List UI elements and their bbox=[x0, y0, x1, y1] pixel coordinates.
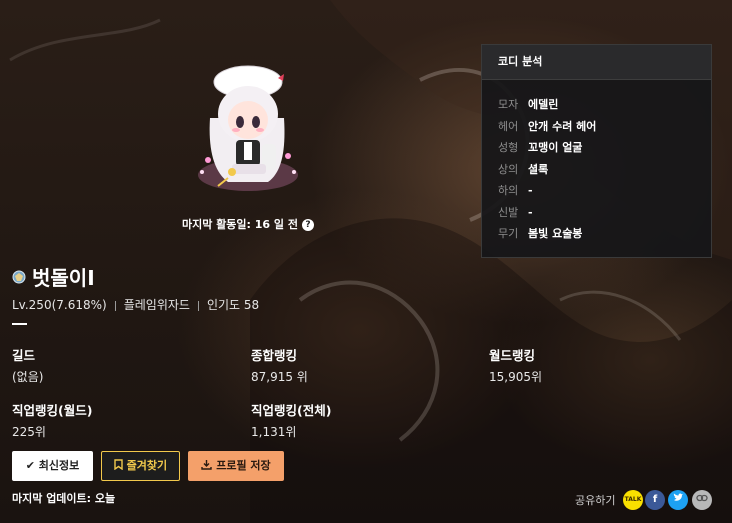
character-info-row: Lv.250(7.618%) 플레임위자드 인기도 58 bbox=[12, 296, 259, 313]
coordination-key: 무기 bbox=[498, 227, 519, 240]
stat-job-world-rank: 직업랭킹(월드) 225위 bbox=[12, 400, 92, 440]
coordination-value: - bbox=[528, 184, 533, 197]
coordination-panel: 코디 분석 모자 에델린 헤어 안개 수려 헤어 성형 꼬맹이 얼굴 상의 셜록 하의 -… bbox=[481, 44, 712, 258]
character-avatar bbox=[188, 60, 308, 200]
coordination-value: 꼬맹이 얼굴 bbox=[528, 141, 583, 154]
coordination-row-hair: 헤어 안개 수려 헤어 bbox=[498, 116, 711, 138]
divider bbox=[197, 300, 199, 311]
character-name-row: 벗돌이I bbox=[12, 262, 95, 290]
kakaotalk-icon[interactable]: TALK bbox=[623, 490, 643, 510]
link-icon[interactable] bbox=[692, 490, 712, 510]
twitter-icon[interactable] bbox=[668, 490, 688, 510]
last-active-text: 마지막 활동일: 16 일 전? bbox=[0, 216, 496, 232]
character-name: 벗돌이I bbox=[32, 266, 95, 290]
character-popularity: 인기도 58 bbox=[206, 298, 260, 312]
stat-job-total-rank: 직업랭킹(전체) 1,131위 bbox=[251, 400, 331, 440]
coordination-key: 헤어 bbox=[498, 119, 519, 133]
stat-label: 길드 bbox=[12, 348, 36, 363]
stat-label: 종합랭킹 bbox=[251, 348, 298, 363]
coordination-key: 신발 bbox=[498, 205, 519, 219]
stat-label: 직업랭킹(월드) bbox=[12, 403, 93, 418]
stat-world-rank: 월드랭킹 15,905위 bbox=[489, 345, 542, 385]
coordination-key: 하의 bbox=[498, 184, 519, 197]
favorite-button-label: 즐겨찾기 bbox=[126, 459, 168, 472]
stat-label: 월드랭킹 bbox=[489, 348, 536, 363]
coordination-value: 에델린 bbox=[528, 98, 559, 111]
stat-value: (없음) bbox=[12, 370, 44, 384]
stat-value: 87,915 위 bbox=[251, 370, 308, 384]
refresh-button[interactable]: ✔ 최신정보 bbox=[12, 451, 93, 481]
coordination-key: 모자 bbox=[498, 98, 519, 111]
coordination-row-shoes: 신발 - bbox=[498, 202, 711, 224]
facebook-icon[interactable]: f bbox=[645, 490, 665, 510]
stat-total-rank: 종합랭킹 87,915 위 bbox=[251, 345, 308, 385]
coordination-row-weapon: 무기 봄빛 요술봉 bbox=[498, 223, 711, 245]
stat-guild: 길드 (없음) bbox=[12, 345, 43, 385]
coordination-list: 모자 에델린 헤어 안개 수려 헤어 성형 꼬맹이 얼굴 상의 셜록 하의 - 신발 - 무… bbox=[482, 80, 711, 245]
save-profile-button-label: 프로필 저장 bbox=[216, 459, 271, 472]
coordination-title: 코디 분석 bbox=[482, 45, 711, 80]
stat-value: 225위 bbox=[12, 425, 46, 439]
coordination-value: - bbox=[528, 205, 533, 219]
coordination-value: 봄빛 요술봉 bbox=[528, 227, 583, 240]
favorite-button[interactable]: 즐겨찾기 bbox=[101, 451, 180, 481]
share-label: 공유하기 bbox=[575, 494, 616, 507]
character-job: 플레임위자드 bbox=[123, 298, 190, 312]
coordination-key: 성형 bbox=[498, 141, 519, 154]
coordination-row-top: 상의 셜록 bbox=[498, 159, 711, 181]
check-icon: ✔ bbox=[25, 459, 35, 472]
download-icon bbox=[201, 460, 213, 470]
coordination-row-hat: 모자 에델린 bbox=[498, 94, 711, 116]
coordination-key: 상의 bbox=[498, 162, 519, 176]
stat-label: 직업랭킹(전체) bbox=[251, 403, 332, 418]
coordination-value: 안개 수려 헤어 bbox=[528, 119, 597, 133]
character-level: Lv.250(7.618%) bbox=[12, 298, 107, 312]
stat-value: 15,905위 bbox=[489, 370, 543, 384]
last-update-text: 마지막 업데이트: 오늘 bbox=[12, 492, 116, 505]
coordination-row-face: 성형 꼬맹이 얼굴 bbox=[498, 137, 711, 159]
world-icon bbox=[12, 270, 26, 283]
coordination-value: 셜록 bbox=[528, 162, 549, 176]
refresh-button-label: 최신정보 bbox=[38, 459, 80, 472]
divider bbox=[114, 300, 116, 311]
save-profile-button[interactable]: 프로필 저장 bbox=[188, 451, 284, 481]
stat-value: 1,131위 bbox=[251, 425, 297, 439]
section-divider bbox=[12, 323, 27, 325]
coordination-row-bottom: 하의 - bbox=[498, 180, 711, 202]
help-icon[interactable]: ? bbox=[301, 219, 314, 231]
bookmark-icon bbox=[114, 459, 123, 471]
last-active-label: 마지막 활동일: 16 일 전 bbox=[182, 218, 298, 231]
